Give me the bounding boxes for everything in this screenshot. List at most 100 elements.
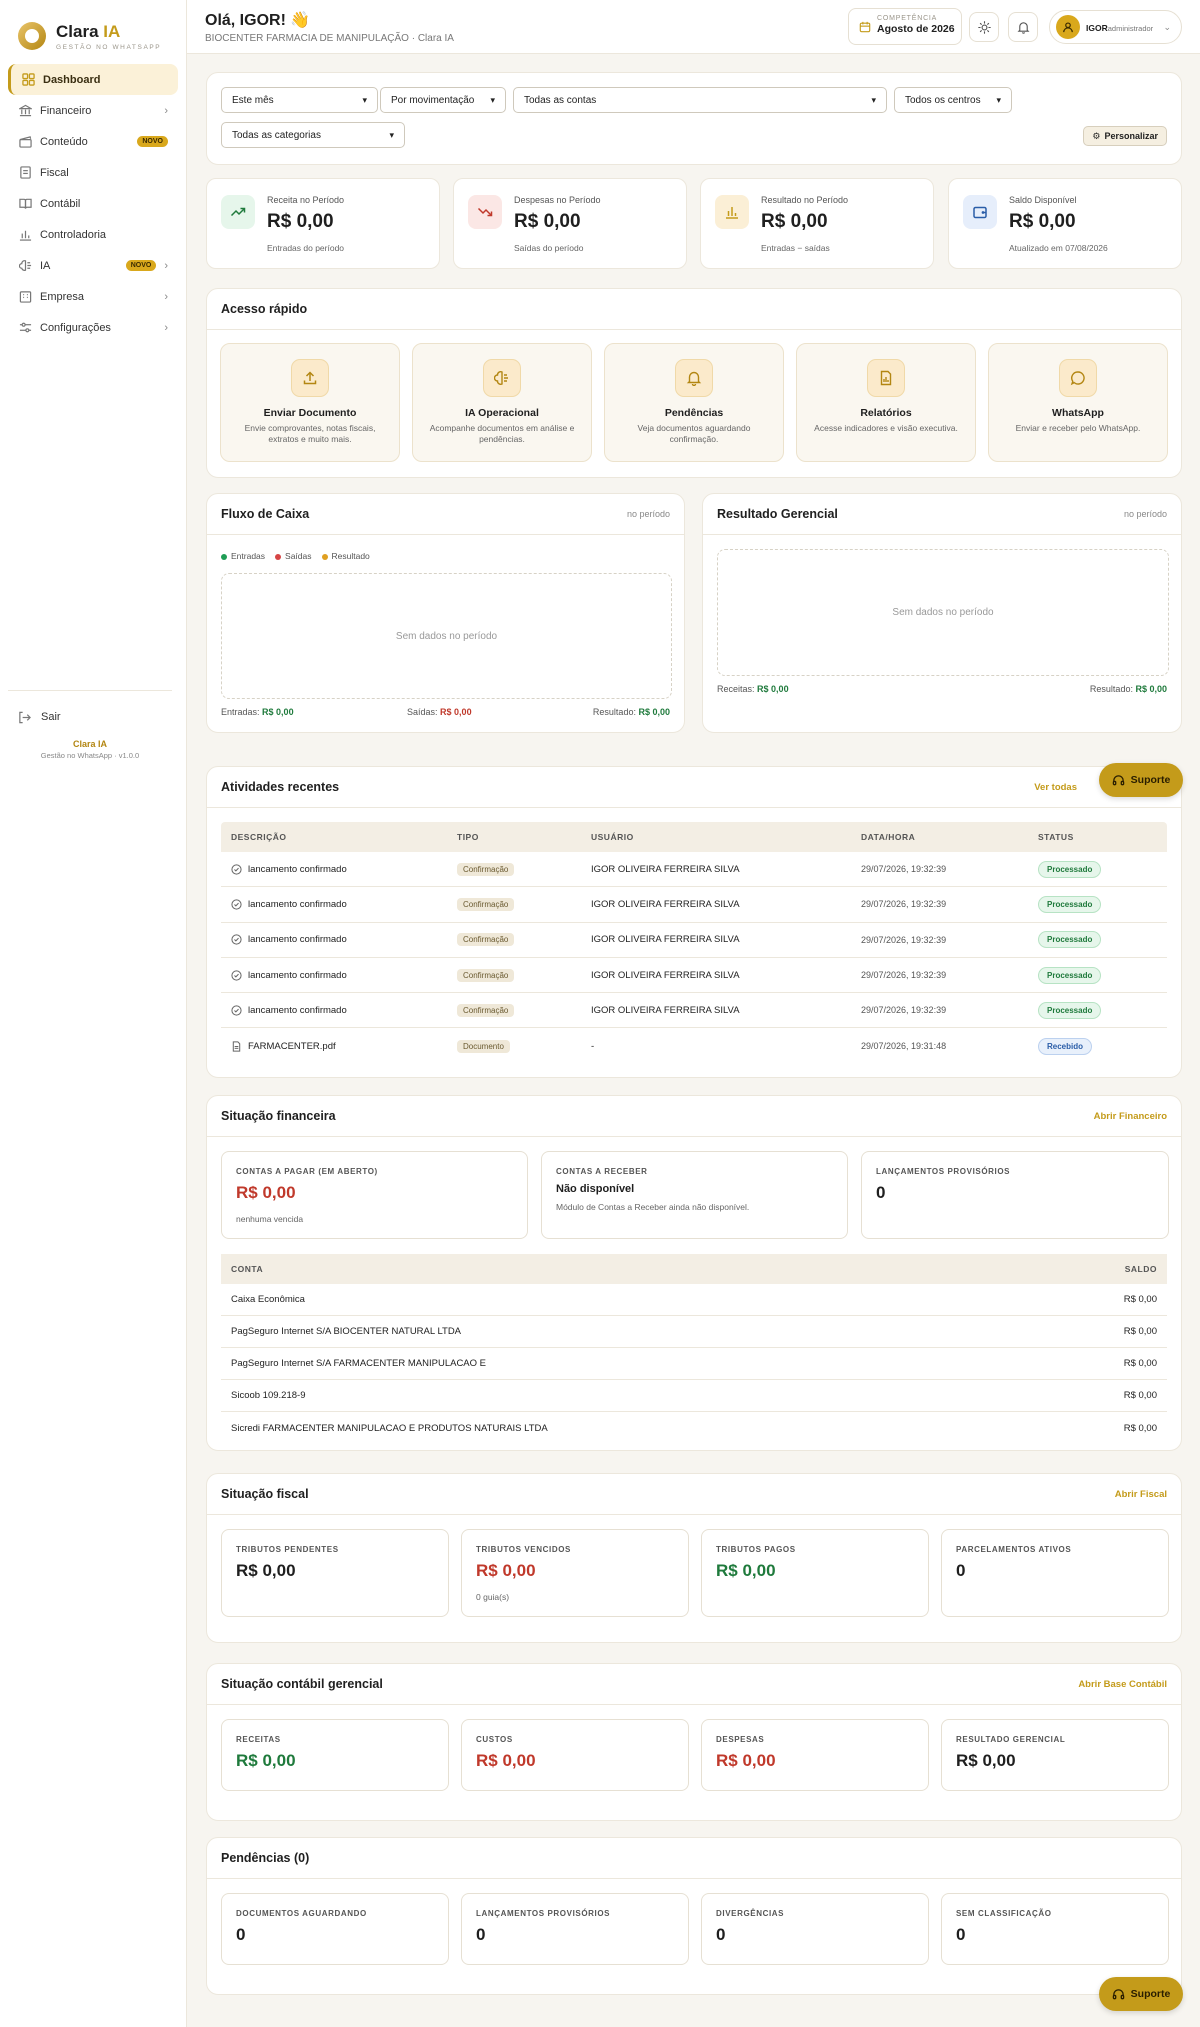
sidebar-item-controladoria[interactable]: Controladoria [8, 219, 178, 250]
cashflow-total-saidas: Saídas: R$ 0,00 [407, 707, 472, 717]
competencia-value: Agosto de 2026 [877, 23, 955, 35]
quick-whatsapp[interactable]: WhatsApp Enviar e receber pelo WhatsApp. [988, 343, 1168, 462]
fiscal-box-parcelamentos[interactable]: PARCELAMENTOS ATIVOS 0 [941, 1529, 1169, 1617]
table-row[interactable]: FARMACENTER.pdf Documento - 29/07/2026, … [221, 1028, 1167, 1063]
customize-button[interactable]: ⚙ Personalizar [1083, 126, 1167, 146]
managerial-total-resultado: Resultado: R$ 0,00 [1089, 684, 1167, 694]
quick-ia-operacional[interactable]: IA Operacional Acompanhe documentos em a… [412, 343, 592, 462]
theme-toggle-button[interactable] [969, 12, 999, 42]
logout-button[interactable]: Sair [8, 703, 172, 731]
table-row[interactable]: PagSeguro Internet S/A FARMACENTER MANIP… [221, 1348, 1167, 1380]
managerial-total-receitas: Receitas: R$ 0,00 [717, 684, 789, 694]
sidebar-item-financeiro[interactable]: Financeiro › [8, 95, 178, 126]
user-menu[interactable]: IGORadministrador ⌄ [1049, 10, 1182, 44]
financial-header: Situação financeira Abrir Financeiro [207, 1096, 1181, 1137]
kpi-receita[interactable]: Receita no Período R$ 0,00 Entradas do p… [206, 178, 440, 269]
file-icon [231, 1041, 242, 1052]
mode-select[interactable]: Por movimentação ▾ [380, 87, 506, 113]
accounting-box-despesas[interactable]: DESPESAS R$ 0,00 [701, 1719, 929, 1791]
competencia-selector[interactable]: COMPETÊNCIA Agosto de 2026 [848, 8, 962, 45]
table-row[interactable]: Sicoob 109.218-9 R$ 0,00 [221, 1380, 1167, 1412]
provisional-box[interactable]: LANÇAMENTOS PROVISÓRIOS 0 [861, 1151, 1169, 1239]
period-select[interactable]: Este mês ▾ [221, 87, 378, 113]
type-tag: Confirmação [457, 1003, 515, 1017]
centers-select[interactable]: Todos os centros ▾ [894, 87, 1012, 113]
brand[interactable]: Clara IA GESTÃO NO WHATSAPP [0, 0, 186, 56]
type-tag: Confirmação [457, 968, 515, 982]
kpi-despesas[interactable]: Despesas no Período R$ 0,00 Saídas do pe… [453, 178, 687, 269]
table-row[interactable]: lancamento confirmado Confirmação IGOR O… [221, 852, 1167, 888]
calendar-icon [859, 21, 871, 33]
table-row[interactable]: lancamento confirmado Confirmação IGOR O… [221, 923, 1167, 958]
cashflow-total-entradas: Entradas: R$ 0,00 [221, 707, 294, 717]
receivable-box[interactable]: CONTAS A RECEBER Não disponível Módulo d… [541, 1151, 848, 1239]
categories-select[interactable]: Todas as categorias ▾ [221, 122, 405, 148]
open-fiscal-link[interactable]: Abrir Fiscal [1115, 1489, 1167, 1500]
upload-icon [291, 359, 329, 397]
managerial-result-card: Resultado Gerencial no período Sem dados … [702, 493, 1182, 733]
managerial-empty-state: Sem dados no período [717, 549, 1169, 676]
table-row[interactable]: lancamento confirmado Confirmação IGOR O… [221, 958, 1167, 994]
sidebar-item-label: Financeiro [40, 104, 92, 117]
table-row[interactable]: Sicredi FARMACENTER MANIPULACAO E PRODUT… [221, 1412, 1167, 1444]
open-financeiro-link[interactable]: Abrir Financeiro [1094, 1111, 1167, 1122]
open-accounting-link[interactable]: Abrir Base Contábil [1078, 1679, 1167, 1690]
cashflow-header: Fluxo de Caixa no período [207, 494, 684, 535]
legend-saidas: Saídas [275, 551, 312, 561]
pending-box-divergencias[interactable]: DIVERGÊNCIAS 0 [701, 1893, 929, 1965]
table-row[interactable]: PagSeguro Internet S/A BIOCENTER NATURAL… [221, 1316, 1167, 1348]
brain-icon [18, 259, 32, 273]
table-row[interactable]: lancamento confirmado Confirmação IGOR O… [221, 887, 1167, 923]
quick-send-document[interactable]: Enviar Documento Envie comprovantes, not… [220, 343, 400, 462]
pending-box-documentos[interactable]: DOCUMENTOS AGUARDANDO 0 [221, 1893, 449, 1965]
accounting-header: Situação contábil gerencial Abrir Base Co… [207, 1664, 1181, 1705]
view-all-link[interactable]: Ver todas [1034, 782, 1077, 793]
receipt-icon [18, 166, 32, 180]
user-icon [1062, 21, 1074, 33]
accounts-select[interactable]: Todas as contas ▾ [513, 87, 887, 113]
company-name: BIOCENTER FARMACIA DE MANIPULAÇÃO · Clar… [205, 33, 454, 44]
sidebar-item-contabil[interactable]: Contábil [8, 188, 178, 219]
payable-box[interactable]: CONTAS A PAGAR (EM ABERTO) R$ 0,00 nenhu… [221, 1151, 528, 1239]
support-button[interactable]: Suporte [1099, 763, 1183, 797]
sidebar-item-dashboard[interactable]: Dashboard [8, 64, 178, 95]
kpi-label: Receita no Período [267, 195, 345, 205]
fiscal-box-pendentes[interactable]: TRIBUTOS PENDENTES R$ 0,00 [221, 1529, 449, 1617]
new-badge: NOVO [137, 136, 168, 147]
kpi-saldo[interactable]: Saldo Disponível R$ 0,00 Atualizado em 0… [948, 178, 1182, 269]
chevron-down-icon: ▾ [389, 129, 394, 140]
kpi-resultado[interactable]: Resultado no Período R$ 0,00 Entradas − … [700, 178, 934, 269]
type-tag: Confirmação [457, 897, 515, 911]
check-circle-icon [231, 969, 242, 981]
check-circle-icon [231, 1005, 242, 1016]
type-tag: Confirmação [457, 862, 515, 876]
accounting-box-custos[interactable]: CUSTOS R$ 0,00 [461, 1719, 689, 1791]
quick-title: Pendências [664, 407, 724, 419]
accounting-box-resultado[interactable]: RESULTADO GERENCIAL R$ 0,00 [941, 1719, 1169, 1791]
notifications-button[interactable] [1008, 12, 1038, 42]
fiscal-box-pagos[interactable]: TRIBUTOS PAGOS R$ 0,00 [701, 1529, 929, 1617]
sidebar-item-ia[interactable]: IA NOVO › [8, 250, 178, 281]
pending-box-lancamentos[interactable]: LANÇAMENTOS PROVISÓRIOS 0 [461, 1893, 689, 1965]
accounting-box-receitas[interactable]: RECEITAS R$ 0,00 [221, 1719, 449, 1791]
quick-desc: Veja documentos aguardando confirmação. [637, 423, 751, 445]
top-header: Olá, IGOR! 👋 BIOCENTER FARMACIA DE MANIP… [187, 0, 1200, 54]
brain-icon [483, 359, 521, 397]
sidebar-item-configuracoes[interactable]: Configurações › [8, 312, 178, 343]
chevron-down-icon: ▾ [490, 94, 495, 105]
sidebar-item-fiscal[interactable]: Fiscal [8, 157, 178, 188]
support-button-bottom[interactable]: Suporte [1099, 1977, 1183, 2011]
pending-box-sem-classificacao[interactable]: SEM CLASSIFICAÇÃO 0 [941, 1893, 1169, 1965]
cashflow-card: Fluxo de Caixa no período Entradas Saídas… [206, 493, 685, 733]
status-badge: Processado [1038, 966, 1102, 984]
table-row[interactable]: Caixa Econômica R$ 0,00 [221, 1284, 1167, 1316]
table-row[interactable]: lancamento confirmado Confirmação IGOR O… [221, 993, 1167, 1029]
trending-up-icon [221, 195, 255, 229]
quick-pendencias[interactable]: Pendências Veja documentos aguardando co… [604, 343, 784, 462]
sidebar-item-empresa[interactable]: Empresa › [8, 281, 178, 312]
quick-relatorios[interactable]: Relatórios Acesse indicadores e visão ex… [796, 343, 976, 462]
activities-table: DESCRIÇÃO TIPO USUÁRIO DATA/HORA STATUS … [221, 822, 1167, 1064]
fiscal-box-vencidos[interactable]: TRIBUTOS VENCIDOS R$ 0,00 0 guia(s) [461, 1529, 689, 1617]
sidebar-item-conteudo[interactable]: Conteúdo NOVO [8, 126, 178, 157]
activities-header: Atividades recentes Ver todas [207, 767, 1181, 808]
